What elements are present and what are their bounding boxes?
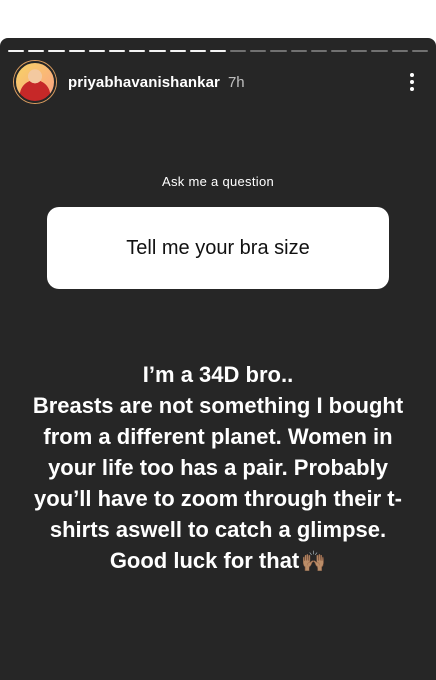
progress-segment — [129, 50, 146, 52]
progress-segment — [391, 50, 408, 52]
progress-segment — [88, 50, 105, 52]
question-sticker: Ask me a question Tell me your bra size — [0, 174, 436, 289]
progress-segment — [290, 50, 307, 52]
progress-segment — [8, 50, 25, 52]
progress-segment — [68, 50, 85, 52]
more-vertical-icon[interactable] — [402, 68, 422, 96]
progress-segment — [310, 50, 327, 52]
answer-text: I’m a 34D bro.. Breasts are not somethin… — [32, 362, 404, 573]
progress-segment — [250, 50, 267, 52]
progress-segment — [351, 50, 368, 52]
username[interactable]: priyabhavanishankar — [68, 74, 220, 91]
post-time: 7h — [227, 73, 245, 91]
story-header: priyabhavanishankar 7h — [14, 61, 422, 103]
progress-segment — [189, 50, 206, 52]
progress-segment — [169, 50, 186, 52]
progress-segment — [270, 50, 287, 52]
progress-segment — [48, 50, 65, 52]
question-card: Tell me your bra size — [47, 207, 389, 289]
story-viewer[interactable]: priyabhavanishankar 7h Ask me a question… — [0, 38, 436, 680]
raising-hands-emoji: 🙌🏽 — [301, 551, 327, 573]
progress-segment — [108, 50, 126, 52]
answer-text-block: I’m a 34D bro.. Breasts are not somethin… — [20, 328, 416, 578]
story-progress-bar — [8, 50, 428, 52]
progress-segment — [209, 50, 227, 52]
progress-segment — [331, 50, 348, 52]
progress-segment — [28, 50, 45, 52]
question-text: Tell me your bra size — [126, 236, 310, 259]
progress-segment — [230, 50, 247, 52]
progress-segment — [371, 50, 388, 52]
progress-segment — [411, 50, 428, 52]
progress-segment — [149, 50, 166, 52]
question-prompt: Ask me a question — [161, 174, 275, 189]
profile-avatar[interactable] — [14, 61, 56, 103]
